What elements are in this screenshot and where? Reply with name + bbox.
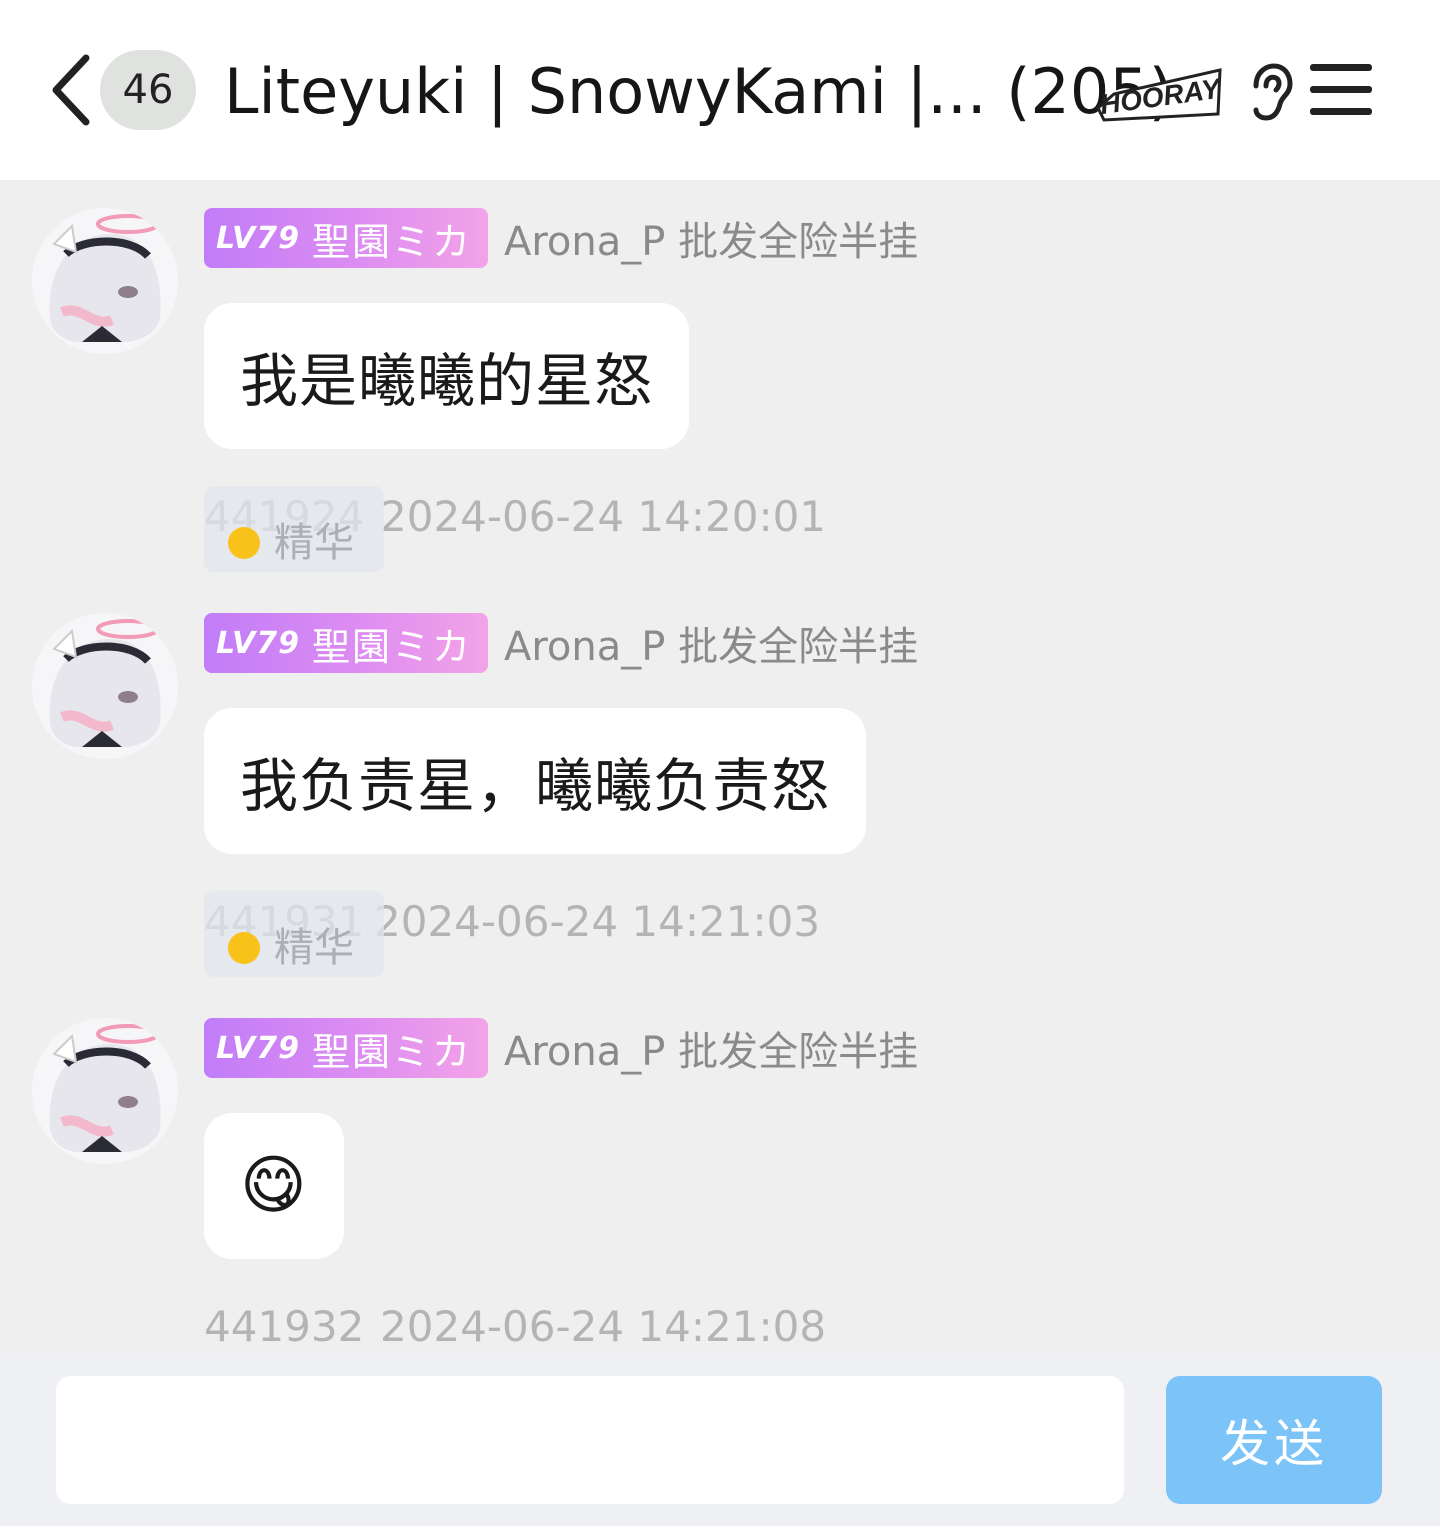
hooray-logo: HOORAY xyxy=(1096,68,1224,122)
level-text: LV79 xyxy=(216,220,300,256)
ear-icon[interactable] xyxy=(1246,62,1294,122)
member-title: 聖園ミカ xyxy=(311,624,472,669)
sender-name[interactable]: Arona_P 批发全险半挂 xyxy=(504,209,918,267)
chat-header: 46 Liteyuki | SnowyKami |... (205) HOORA… xyxy=(0,0,1440,180)
chat-title[interactable]: Liteyuki | SnowyKami |... (205) xyxy=(224,52,1173,132)
message-time: 2024-06-24 14:20:01 xyxy=(380,492,827,541)
avatar-image xyxy=(32,613,178,759)
level-text: LV79 xyxy=(216,625,300,661)
essence-tag[interactable]: 精华 xyxy=(204,891,384,977)
message-input[interactable] xyxy=(56,1376,1124,1504)
sender-row: LV79 聖園ミカ Arona_P 批发全险半挂 xyxy=(204,1018,918,1078)
member-title: 聖園ミカ xyxy=(311,219,472,264)
sender-name[interactable]: Arona_P 批发全险半挂 xyxy=(504,614,918,672)
message-id: 441932 xyxy=(204,1302,365,1351)
sender-name[interactable]: Arona_P 批发全险半挂 xyxy=(504,1019,918,1077)
avatar-image xyxy=(32,208,178,354)
message-bubble[interactable]: 😋 xyxy=(204,1113,344,1259)
avatar[interactable] xyxy=(32,613,178,759)
level-badge[interactable]: LV79 聖園ミカ xyxy=(204,208,488,268)
essence-star-icon xyxy=(228,527,260,559)
sender-row: LV79 聖園ミカ Arona_P 批发全险半挂 xyxy=(204,613,918,673)
hamburger-menu-icon[interactable] xyxy=(1306,58,1376,122)
unread-count-badge[interactable]: 46 xyxy=(100,50,196,130)
avatar-image xyxy=(32,1018,178,1164)
message-bubble[interactable]: 我负责星，曦曦负责怒 xyxy=(204,708,867,854)
essence-tag[interactable]: 精华 xyxy=(204,486,384,572)
level-badge[interactable]: LV79 聖園ミカ xyxy=(204,1018,488,1078)
essence-label: 精华 xyxy=(274,925,354,971)
avatar[interactable] xyxy=(32,1018,178,1164)
message-time: 2024-06-24 14:21:08 xyxy=(380,1302,827,1351)
message-time: 2024-06-24 14:21:03 xyxy=(374,897,821,946)
back-button[interactable] xyxy=(40,50,100,130)
member-title: 聖園ミカ xyxy=(311,1029,472,1074)
essence-label: 精华 xyxy=(274,520,354,566)
level-text: LV79 xyxy=(216,1030,300,1066)
chevron-left-icon xyxy=(52,54,90,126)
sender-row: LV79 聖園ミカ Arona_P 批发全险半挂 xyxy=(204,208,918,268)
send-button[interactable]: 发送 xyxy=(1166,1376,1382,1504)
avatar[interactable] xyxy=(32,208,178,354)
essence-star-icon xyxy=(228,932,260,964)
message-bubble[interactable]: 我是曦曦的星怒 xyxy=(204,303,690,449)
input-bar: 发送 xyxy=(0,1354,1440,1526)
level-badge[interactable]: LV79 聖園ミカ xyxy=(204,613,488,673)
